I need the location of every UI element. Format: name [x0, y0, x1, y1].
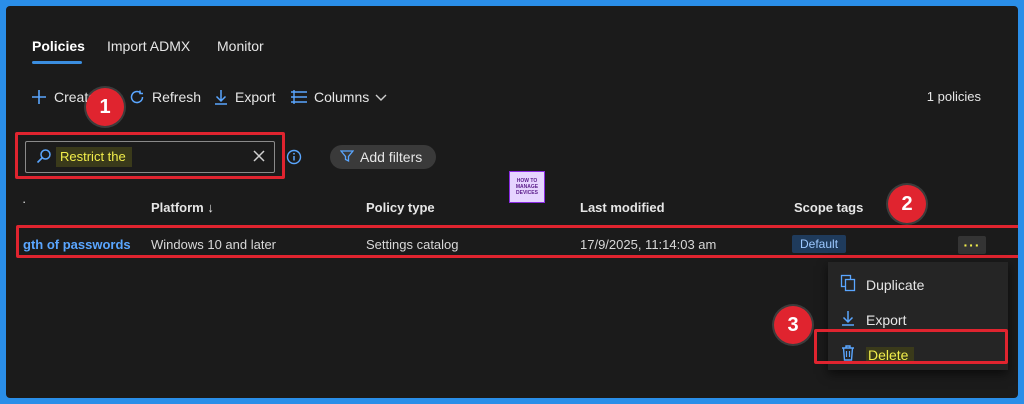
annotation-badge-2: 2 [888, 185, 926, 223]
how-to-manage-devices-logo: HOW TO MANAGE DEVICES [509, 171, 545, 203]
policy-last-modified: 17/9/2025, 11:14:03 am [580, 237, 717, 252]
tab-import-admx[interactable]: Import ADMX [107, 38, 190, 54]
scope-tag-badge: Default [792, 235, 847, 253]
add-filters-label: Add filters [360, 149, 423, 165]
plus-icon [30, 88, 48, 106]
logo-line3: DEVICES [516, 190, 538, 196]
policy-type: Settings catalog [366, 237, 459, 252]
refresh-icon [128, 88, 146, 106]
policy-platform: Windows 10 and later [151, 237, 277, 252]
active-tab-indicator [32, 61, 82, 64]
download-icon [213, 88, 229, 106]
menu-item-label: Export [866, 311, 907, 328]
annotation-badge-3: 3 [774, 306, 812, 344]
columns-icon [290, 89, 308, 105]
column-header-last-modified[interactable]: Last modified [580, 200, 665, 215]
columns-label: Columns [314, 89, 370, 105]
duplicate-icon [840, 274, 856, 295]
more-actions-button[interactable]: ··· [958, 236, 986, 254]
menu-item-duplicate[interactable]: Duplicate [840, 274, 924, 295]
refresh-button[interactable]: Refresh [128, 87, 201, 107]
policy-count: 1 policies [926, 89, 981, 104]
menu-item-label: Duplicate [866, 276, 925, 293]
download-icon [840, 309, 856, 330]
menu-item-export[interactable]: Export [840, 309, 906, 330]
tab-policies[interactable]: Policies [32, 38, 85, 54]
column-header-platform[interactable]: Platform ↓ [151, 200, 214, 215]
tab-monitor[interactable]: Monitor [217, 38, 264, 54]
search-value: Restrict the [56, 147, 132, 167]
search-input[interactable]: Restrict the [25, 141, 275, 173]
info-icon[interactable] [286, 149, 302, 170]
policy-name-link[interactable]: gth of passwords [23, 237, 131, 252]
column-header-scope-tags[interactable]: Scope tags [794, 200, 863, 215]
column-header-name[interactable]: · [22, 194, 26, 209]
clear-search-icon[interactable] [252, 149, 266, 168]
app-frame: Policies Import ADMX Monitor Create Refr… [6, 6, 1018, 398]
column-header-policy-type[interactable]: Policy type [366, 200, 435, 215]
export-label: Export [235, 89, 276, 105]
export-button[interactable]: Export [213, 87, 275, 107]
annotation-badge-1: 1 [86, 88, 124, 126]
refresh-label: Refresh [152, 89, 202, 105]
chevron-down-icon [375, 92, 387, 102]
search-icon [36, 148, 52, 169]
annotation-box-delete [814, 329, 1008, 364]
filter-icon [339, 149, 355, 166]
add-filters-button[interactable]: Add filters [330, 145, 437, 169]
columns-button[interactable]: Columns [290, 87, 387, 107]
